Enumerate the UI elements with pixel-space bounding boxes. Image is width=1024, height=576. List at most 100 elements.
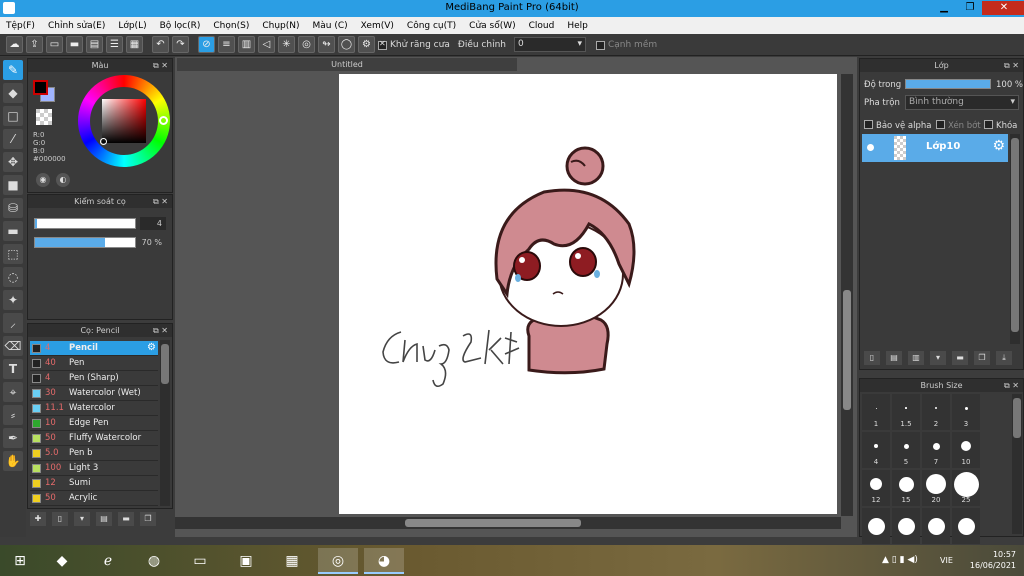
maximize-button[interactable]: ❐	[958, 1, 982, 15]
brush-size-cell[interactable]	[862, 508, 890, 544]
tray-icons[interactable]: ▲ ▯ ▮ ◀)	[882, 555, 918, 565]
circle-snap-icon[interactable]: ◎	[298, 36, 315, 53]
file-explorer-icon[interactable]: ▭	[180, 548, 220, 574]
brush-folder-icon[interactable]: ▬	[118, 512, 134, 526]
canvas-horizontal-scrollbar[interactable]	[175, 517, 841, 529]
panel-float-close-icon[interactable]: ⧉ ✕	[153, 195, 168, 208]
menu-filter[interactable]: Bộ lọc(R)	[160, 21, 201, 31]
brush-list-scroll-thumb[interactable]	[161, 344, 169, 384]
select-pen-tool-icon[interactable]: ⸝	[3, 313, 23, 333]
menu-view[interactable]: Xem(V)	[361, 21, 394, 31]
fill-rect-tool-icon[interactable]: ■	[3, 175, 23, 195]
menu-snap[interactable]: Chụp(N)	[262, 21, 299, 31]
antialias-checkbox[interactable]	[378, 39, 387, 50]
add-brush-icon[interactable]: ✚	[30, 512, 46, 526]
brush-size-cell[interactable]: 20	[922, 470, 950, 506]
brush-menu-icon[interactable]: ▾	[74, 512, 90, 526]
protect-alpha-checkbox[interactable]	[864, 120, 873, 129]
brush-size-slider[interactable]	[34, 218, 136, 229]
lasso-tool-icon[interactable]: ◌	[3, 267, 23, 287]
ellipse-snap-icon[interactable]: ◯	[338, 36, 355, 53]
parallel-snap-icon[interactable]: ≡	[218, 36, 235, 53]
brush-size-cell[interactable]: 4	[862, 432, 890, 468]
no-snap-icon[interactable]: ⊘	[198, 36, 215, 53]
layer-visibility-icon[interactable]	[867, 144, 874, 151]
merge-layer-icon[interactable]: ⤓	[996, 351, 1012, 365]
brush-doc-icon[interactable]: ▤	[96, 512, 112, 526]
undo-icon[interactable]: ↶	[152, 36, 169, 53]
brush-size-scrollbar[interactable]	[1012, 394, 1022, 534]
close-button[interactable]: ✕	[982, 1, 1024, 15]
duplicate-layer-icon[interactable]: ❐	[974, 351, 990, 365]
layer-opacity-slider[interactable]	[905, 79, 991, 89]
new-layer-icon[interactable]: ▯	[864, 351, 880, 365]
brush-size-value[interactable]: 4	[140, 217, 166, 230]
vanish-snap-icon[interactable]: ◁	[258, 36, 275, 53]
menu-help[interactable]: Help	[567, 21, 588, 31]
brush-size-cell[interactable]	[892, 508, 920, 544]
primary-color-swatch[interactable]	[33, 80, 48, 95]
radial-snap-icon[interactable]: ✳	[278, 36, 295, 53]
brush-list-scrollbar[interactable]	[160, 340, 170, 506]
new-1bit-layer-icon[interactable]: ▥	[908, 351, 924, 365]
brush-opacity-value[interactable]: 70 %	[140, 236, 166, 249]
document-icon[interactable]: ▤	[86, 36, 103, 53]
brush-size-cell[interactable]: 15	[892, 470, 920, 506]
eraser-tool-icon[interactable]: ◆	[3, 83, 23, 103]
brush-list-item[interactable]: 4 Pen (Sharp)	[30, 371, 158, 386]
layers-scroll-thumb[interactable]	[1011, 138, 1019, 332]
menu-cloud[interactable]: Cloud	[529, 21, 555, 31]
smooth-checkbox[interactable]	[595, 41, 605, 50]
brush-size-cell[interactable]: 2	[922, 394, 950, 430]
brush-size-cell[interactable]	[952, 508, 980, 544]
color-history-icon[interactable]: ◐	[56, 173, 70, 187]
panel-float-close-icon[interactable]: ⧉ ✕	[153, 324, 168, 337]
canvas-vscroll-thumb[interactable]	[843, 290, 851, 410]
bucket-tool-icon[interactable]: ⛁	[3, 198, 23, 218]
brush-list-item[interactable]: 50 Fluffy Watercolor	[30, 431, 158, 446]
cloud-icon[interactable]: ☁	[6, 36, 23, 53]
blend-mode-select[interactable]: Bình thường	[905, 95, 1019, 110]
brush-opacity-slider[interactable]	[34, 237, 136, 248]
brush-list-item[interactable]: 100 Light 3	[30, 461, 158, 476]
brush-size-cell[interactable]: 25	[952, 470, 980, 506]
eyedropper-tool-icon[interactable]: ⸗	[3, 405, 23, 425]
powerpoint-icon[interactable]: ▣	[226, 548, 266, 574]
brush-list-item[interactable]: 11.1 Watercolor	[30, 401, 158, 416]
canvas-hscroll-thumb[interactable]	[405, 519, 581, 527]
settings-snap-icon[interactable]: ⚙	[358, 36, 375, 53]
internet-explorer-icon[interactable]: ℯ	[88, 548, 128, 574]
layer-item[interactable]: Lớp10 ⚙	[862, 134, 1008, 162]
add-layer-menu-icon[interactable]: ▾	[930, 351, 946, 365]
layers-scrollbar[interactable]	[1010, 134, 1020, 344]
grid-icon[interactable]: ▦	[126, 36, 143, 53]
brush-list-item[interactable]: 30 Watercolor (Wet)	[30, 386, 158, 401]
menu-layer[interactable]: Lớp(L)	[118, 21, 146, 31]
pen-tool-icon[interactable]: ✒	[3, 428, 23, 448]
document-tab[interactable]: Untitled	[177, 58, 517, 71]
brush-size-cell[interactable]: 12	[862, 470, 890, 506]
transparent-color-swatch[interactable]	[36, 109, 52, 125]
bluestacks-icon[interactable]: ◆	[42, 548, 82, 574]
saturation-square[interactable]	[102, 99, 146, 143]
panel-float-close-icon[interactable]: ⧉ ✕	[1004, 379, 1019, 392]
brush-size-cell[interactable]: 1	[862, 394, 890, 430]
windows-start-icon[interactable]: ⊞	[0, 548, 40, 574]
list-icon[interactable]: ☰	[106, 36, 123, 53]
brush-size-cell[interactable]: 7	[922, 432, 950, 468]
brush-settings-icon[interactable]: ⚙	[147, 341, 156, 355]
lock-checkbox[interactable]	[984, 120, 993, 129]
new-halftone-layer-icon[interactable]: ▤	[886, 351, 902, 365]
brush-list-item[interactable]: 5.0 Pen b	[30, 446, 158, 461]
language-indicator[interactable]: VIE	[940, 556, 953, 565]
select-rect-tool-icon[interactable]: ⬚	[3, 244, 23, 264]
brush-list-item[interactable]: 10 Edge Pen	[30, 416, 158, 431]
medibang-taskbar-icon[interactable]: ◕	[364, 548, 404, 574]
layer-settings-icon[interactable]: ⚙	[992, 138, 1005, 154]
menu-tools[interactable]: Công cụ(T)	[407, 21, 456, 31]
brush-tool-icon[interactable]: ✎	[3, 60, 23, 80]
brush-size-scroll-thumb[interactable]	[1013, 398, 1021, 438]
menu-color[interactable]: Màu (C)	[313, 21, 348, 31]
menu-window[interactable]: Cửa sổ(W)	[469, 21, 515, 31]
dot-brush-tool-icon[interactable]: ⁄	[3, 129, 23, 149]
